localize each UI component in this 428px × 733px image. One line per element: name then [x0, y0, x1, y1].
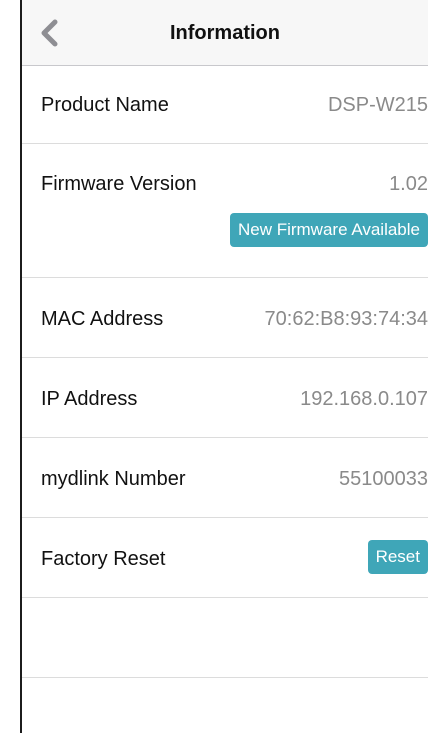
firmware-version-label: Firmware Version	[41, 173, 197, 195]
mac-address-label: MAC Address	[41, 308, 164, 330]
mydlink-number-value: 55100033	[339, 468, 428, 490]
product-name-value: DSP-W215	[327, 94, 428, 116]
firmware-version-row: Firmware Version 1.02 New Firmware Avail…	[22, 144, 428, 278]
ip-address-value: 192.168.0.107	[300, 388, 428, 410]
page-title: Information	[170, 22, 280, 44]
mac-address-row: MAC Address 70:62:B8:93:74:34	[22, 278, 428, 358]
new-firmware-button[interactable]: New Firmware Available	[229, 213, 428, 247]
reset-button[interactable]: Reset	[367, 540, 428, 574]
factory-reset-label: Factory Reset	[41, 548, 166, 570]
mydlink-number-label: mydlink Number	[41, 468, 186, 490]
factory-reset-row: Factory Reset Reset	[22, 518, 428, 598]
ip-address-label: IP Address	[41, 388, 138, 410]
navigation-bar: Information	[22, 0, 428, 66]
ip-address-row: IP Address 192.168.0.107	[22, 358, 428, 438]
app-frame: Information Product Name DSP-W215 Firmwa…	[20, 0, 428, 733]
product-name-row: Product Name DSP-W215	[22, 66, 428, 144]
product-name-label: Product Name	[41, 94, 169, 116]
mac-address-value: 70:62:B8:93:74:34	[264, 308, 428, 330]
empty-row	[22, 598, 428, 678]
firmware-version-value: 1.02	[389, 173, 428, 195]
mydlink-number-row: mydlink Number 55100033	[22, 438, 428, 518]
